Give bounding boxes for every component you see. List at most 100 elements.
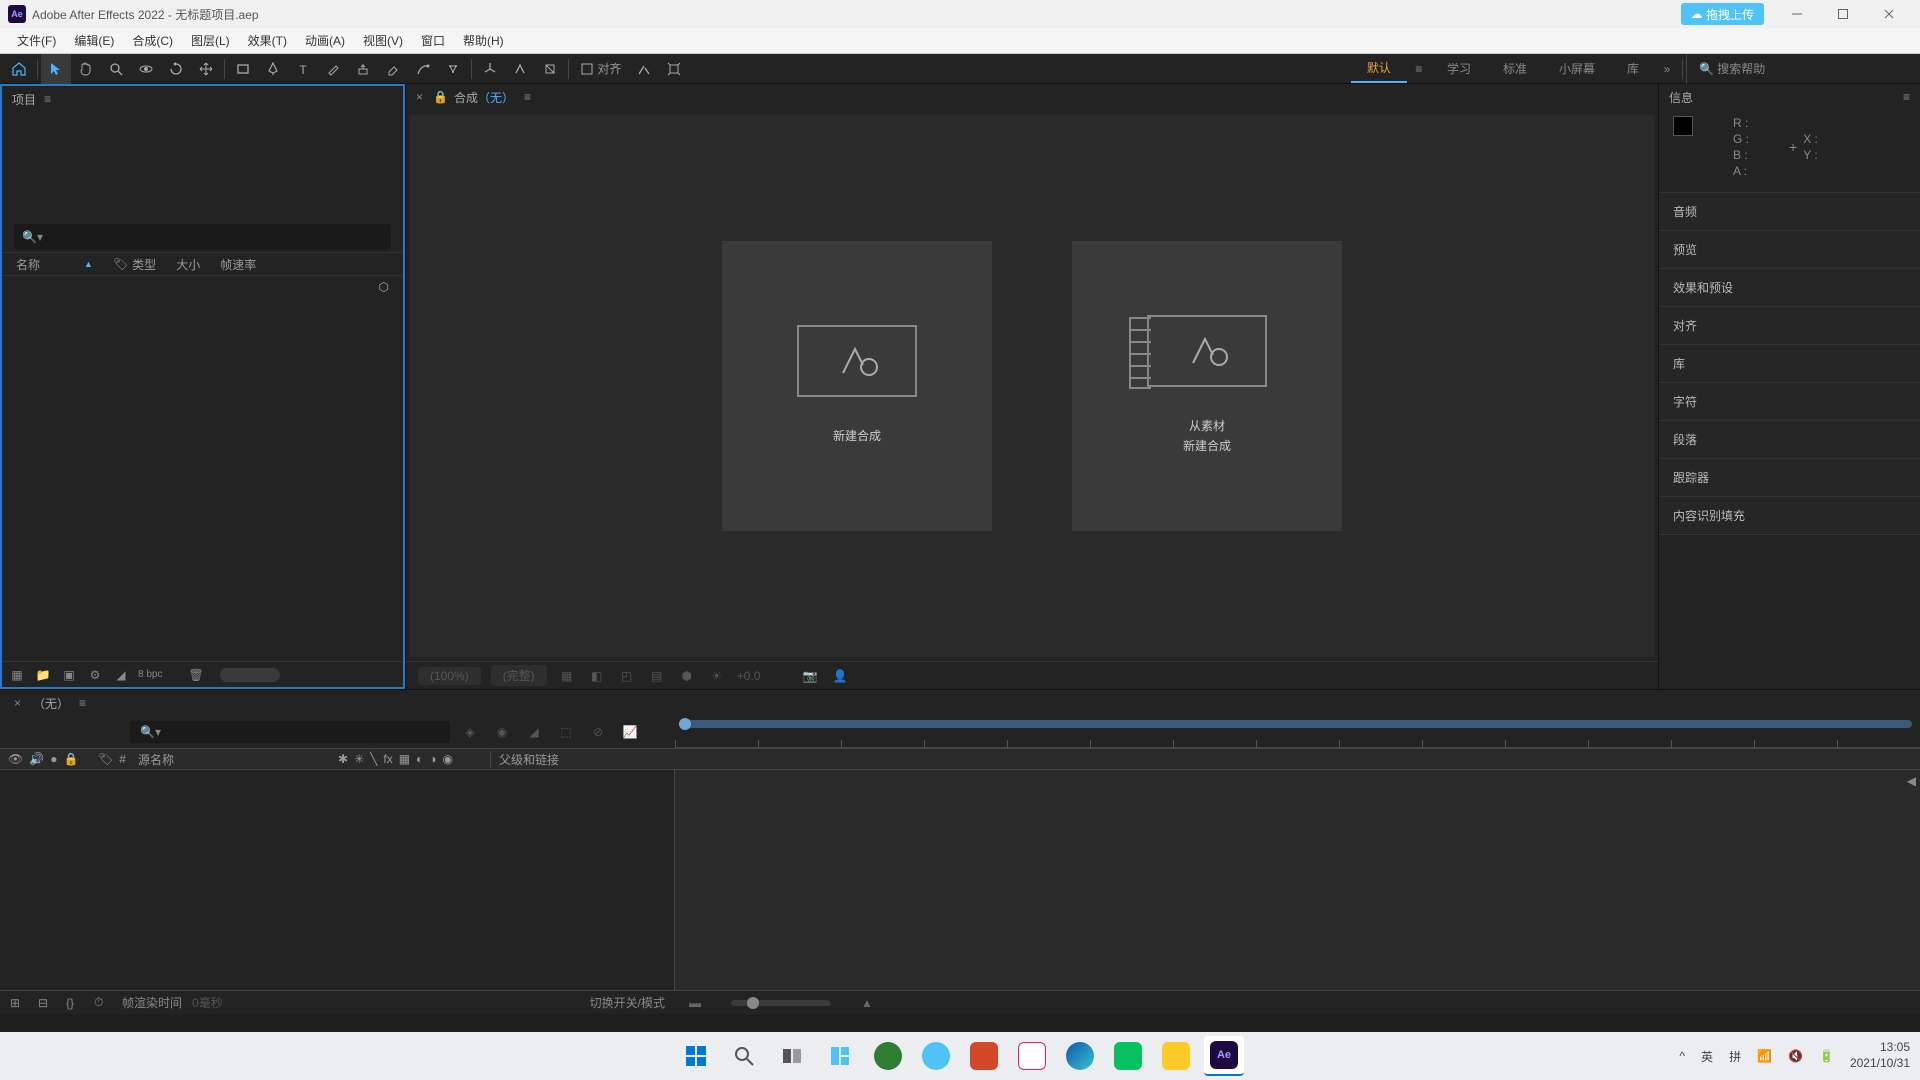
taskbar-widgets[interactable] bbox=[820, 1036, 860, 1076]
workspace-small[interactable]: 小屏幕 bbox=[1543, 54, 1611, 83]
menu-composition[interactable]: 合成(C) bbox=[123, 28, 182, 53]
timeline-zoom-slider[interactable] bbox=[731, 1000, 831, 1006]
snap-collapse[interactable] bbox=[659, 54, 689, 84]
zoom-tool[interactable] bbox=[101, 54, 131, 84]
label-color-icon[interactable]: 🏷 bbox=[98, 752, 113, 766]
project-panel-header[interactable]: 项目 ≡ bbox=[2, 86, 403, 112]
battery-icon[interactable]: 🔋 bbox=[1819, 1049, 1834, 1063]
panel-align[interactable]: 对齐 bbox=[1659, 307, 1920, 345]
eye-icon[interactable]: 👁 bbox=[8, 752, 23, 766]
tl-col-parent[interactable]: 父级和链接 bbox=[490, 751, 670, 768]
new-folder-icon[interactable]: 📁 bbox=[34, 667, 52, 683]
taskbar-app-explorer[interactable] bbox=[1156, 1036, 1196, 1076]
view-axis-mode[interactable] bbox=[535, 54, 565, 84]
project-col-size[interactable]: 大小 bbox=[176, 256, 200, 273]
menu-edit[interactable]: 编辑(E) bbox=[65, 28, 123, 53]
project-search-input[interactable]: 🔍▾ bbox=[14, 224, 391, 250]
taskbar-app-snip[interactable] bbox=[1012, 1036, 1052, 1076]
toggle-switches-icon[interactable]: ⊞ bbox=[10, 996, 28, 1010]
info-panel-title[interactable]: 信息 bbox=[1669, 89, 1693, 106]
maximize-button[interactable] bbox=[1820, 0, 1866, 28]
snap-edge-extend[interactable] bbox=[629, 54, 659, 84]
tray-overflow-icon[interactable]: ^ bbox=[1679, 1049, 1685, 1063]
help-search-input[interactable]: 🔍 搜索帮助 bbox=[1686, 54, 1916, 84]
rectangle-tool[interactable] bbox=[228, 54, 258, 84]
taskbar-search[interactable] bbox=[724, 1036, 764, 1076]
zoom-in-icon[interactable]: ▲ bbox=[861, 996, 873, 1010]
ime-mode[interactable]: 拼 bbox=[1729, 1048, 1741, 1065]
taskbar-app-baidu[interactable] bbox=[916, 1036, 956, 1076]
taskbar-app-edge[interactable] bbox=[1060, 1036, 1100, 1076]
taskbar-app-aftereffects[interactable]: Ae bbox=[1204, 1036, 1244, 1076]
timeline-layer-list[interactable] bbox=[0, 770, 675, 990]
workspace-overflow-icon[interactable]: » bbox=[1655, 62, 1679, 76]
interpret-footage-icon[interactable]: ▦ bbox=[8, 667, 26, 683]
panel-libraries[interactable]: 库 bbox=[1659, 345, 1920, 383]
project-col-fps[interactable]: 帧速率 bbox=[220, 256, 256, 273]
comp-tab-lock-icon[interactable]: 🔒 bbox=[433, 90, 448, 104]
draft-3d-icon[interactable]: ◉ bbox=[490, 722, 514, 742]
orbit-tool[interactable] bbox=[131, 54, 161, 84]
project-panel-menu-icon[interactable]: ≡ bbox=[44, 92, 51, 106]
delete-icon[interactable]: 🗑 bbox=[188, 668, 203, 682]
timeline-tab-none[interactable]: （无） bbox=[33, 695, 69, 712]
roi-icon[interactable]: ◰ bbox=[617, 667, 637, 685]
taskbar-app-utorrent[interactable] bbox=[868, 1036, 908, 1076]
grid-guide-icon[interactable]: ▤ bbox=[647, 667, 667, 685]
graph-editor-icon[interactable]: 📈 bbox=[618, 722, 642, 742]
taskbar-start[interactable] bbox=[676, 1036, 716, 1076]
panel-effects-presets[interactable]: 效果和预设 bbox=[1659, 269, 1920, 307]
taskbar-taskview[interactable] bbox=[772, 1036, 812, 1076]
comp-resolution-dropdown[interactable]: (完整) bbox=[491, 665, 547, 686]
comp-mini-flowchart-icon[interactable]: ◈ bbox=[458, 722, 482, 742]
frame-blend-icon[interactable]: ⬚ bbox=[554, 722, 578, 742]
menu-window[interactable]: 窗口 bbox=[412, 28, 454, 53]
render-time-icon[interactable]: ⏱ bbox=[94, 995, 112, 1010]
panel-content-aware-fill[interactable]: 内容识别填充 bbox=[1659, 497, 1920, 535]
pan-behind-tool[interactable] bbox=[191, 54, 221, 84]
toggle-switches-modes-label[interactable]: 切换开关/模式 bbox=[590, 994, 665, 1011]
workspace-default-menu-icon[interactable]: ≡ bbox=[1407, 62, 1431, 76]
panel-audio[interactable]: 音频 bbox=[1659, 193, 1920, 231]
home-button[interactable] bbox=[4, 54, 34, 84]
workspace-library[interactable]: 库 bbox=[1611, 54, 1655, 83]
reset-exposure-icon[interactable]: ☀ bbox=[707, 667, 727, 685]
tray-datetime[interactable]: 13:05 2021/10/31 bbox=[1850, 1040, 1910, 1071]
timeline-search-input[interactable]: 🔍▾ bbox=[130, 721, 450, 743]
new-comp-from-footage-tile[interactable]: 从素材新建合成 bbox=[1072, 241, 1342, 531]
timeline-panel-menu-icon[interactable]: ≡ bbox=[79, 696, 86, 710]
zoom-out-icon[interactable]: ▬ bbox=[689, 996, 701, 1010]
flowchart-icon[interactable]: ⬡ bbox=[379, 280, 389, 294]
comp-zoom-dropdown[interactable]: (100%) bbox=[418, 667, 481, 685]
menu-animation[interactable]: 动画(A) bbox=[296, 28, 354, 53]
toggle-in-out-icon[interactable]: {} bbox=[66, 996, 84, 1010]
local-axis-mode[interactable] bbox=[475, 54, 505, 84]
text-tool[interactable]: T bbox=[288, 54, 318, 84]
lock-icon[interactable]: 🔒 bbox=[63, 752, 78, 766]
workspace-default[interactable]: 默认 bbox=[1351, 54, 1407, 83]
close-button[interactable] bbox=[1866, 0, 1912, 28]
snapping-toggle[interactable]: 对齐 bbox=[580, 60, 621, 77]
rotate-tool[interactable] bbox=[161, 54, 191, 84]
selection-tool[interactable] bbox=[41, 54, 71, 84]
project-settings-icon[interactable]: ⚙ bbox=[86, 667, 104, 683]
ime-language[interactable]: 英 bbox=[1701, 1048, 1713, 1065]
workspace-standard[interactable]: 标准 bbox=[1487, 54, 1543, 83]
roto-brush-tool[interactable] bbox=[408, 54, 438, 84]
project-col-name[interactable]: 名称▲ bbox=[16, 256, 93, 273]
menu-file[interactable]: 文件(F) bbox=[8, 28, 65, 53]
channel-icon[interactable]: ⬢ bbox=[677, 667, 697, 685]
clone-stamp-tool[interactable] bbox=[348, 54, 378, 84]
brush-tool[interactable] bbox=[318, 54, 348, 84]
taskbar-app-powerpoint[interactable] bbox=[964, 1036, 1004, 1076]
color-depth-icon[interactable]: ◢ bbox=[112, 667, 130, 683]
project-search-pill[interactable] bbox=[220, 668, 280, 682]
exposure-value[interactable]: +0.0 bbox=[737, 669, 761, 683]
new-comp-icon[interactable]: ▣ bbox=[60, 667, 78, 683]
hand-tool[interactable] bbox=[71, 54, 101, 84]
show-snapshot-icon[interactable]: 👤 bbox=[830, 667, 850, 685]
toggle-transparency-icon[interactable]: ▦ bbox=[557, 667, 577, 685]
eraser-tool[interactable] bbox=[378, 54, 408, 84]
taskbar-app-wechat[interactable] bbox=[1108, 1036, 1148, 1076]
tl-col-index[interactable]: # bbox=[119, 752, 126, 766]
